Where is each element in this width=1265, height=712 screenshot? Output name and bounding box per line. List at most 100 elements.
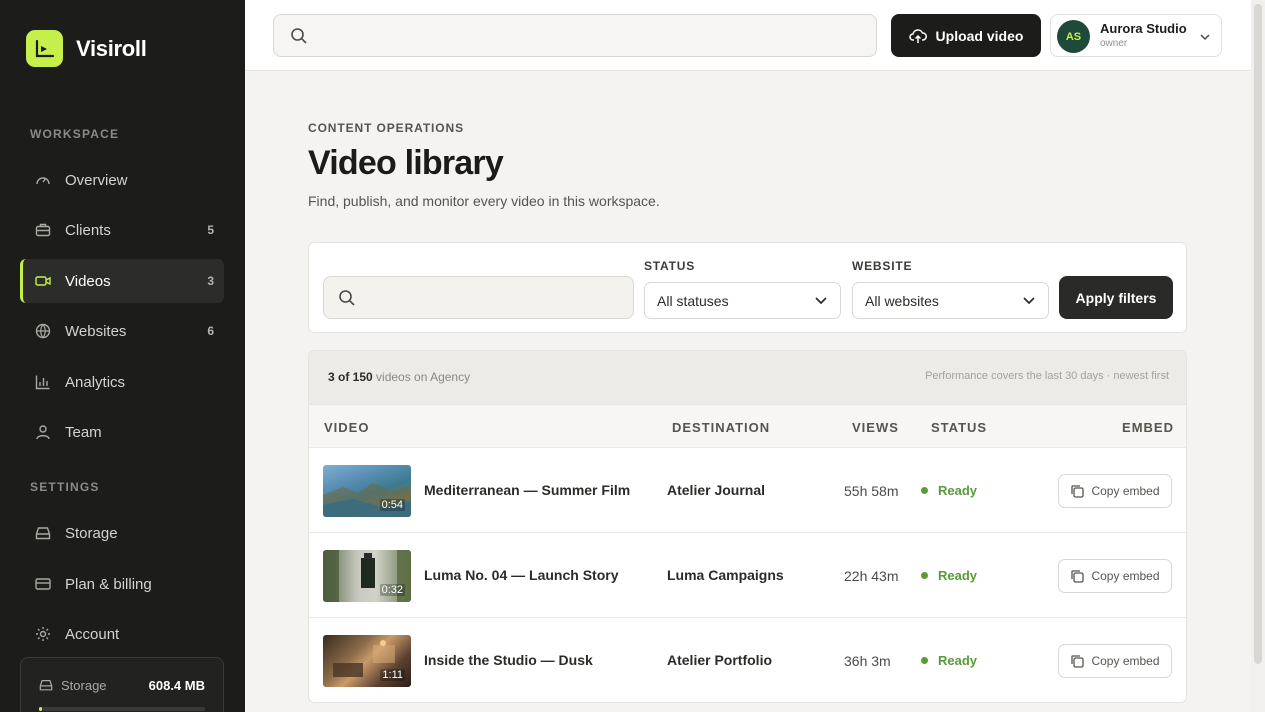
chevron-down-icon bbox=[1199, 30, 1211, 48]
result-count-rest: videos on Agency bbox=[372, 370, 471, 384]
storage-value: 608.4 MB bbox=[148, 678, 205, 693]
status-dot bbox=[921, 657, 928, 664]
page-title: Video library bbox=[308, 144, 504, 182]
column-header-video[interactable]: VIDEO bbox=[324, 420, 369, 435]
user-icon bbox=[34, 423, 52, 441]
brand[interactable]: Visiroll bbox=[26, 30, 147, 67]
chevron-down-icon bbox=[1022, 293, 1036, 312]
copy-icon bbox=[1070, 569, 1085, 583]
bar-chart-icon bbox=[34, 373, 52, 391]
brand-name: Visiroll bbox=[76, 35, 147, 61]
website-filter-label: WEBSITE bbox=[852, 259, 913, 273]
top-bar: Upload video AS Aurora Studio owner bbox=[245, 0, 1251, 71]
settings-section-label: SETTINGS bbox=[30, 480, 100, 494]
gauge-icon bbox=[34, 171, 52, 189]
video-destination: Atelier Portfolio bbox=[667, 652, 773, 668]
sidebar-item-analytics[interactable]: Analytics bbox=[20, 360, 224, 404]
website-select[interactable]: All websites bbox=[852, 282, 1049, 319]
table-row[interactable]: 0:32 Luma No. 04 — Launch Story Luma Cam… bbox=[309, 533, 1186, 618]
status-select-value: All statuses bbox=[657, 293, 729, 309]
logo-icon bbox=[26, 30, 63, 67]
status-badge: Ready bbox=[921, 653, 977, 668]
user-menu[interactable]: AS Aurora Studio owner bbox=[1050, 14, 1222, 57]
sidebar-item-label: Storage bbox=[65, 524, 118, 542]
sidebar-item-label: Account bbox=[65, 625, 120, 643]
video-duration: 0:32 bbox=[379, 584, 405, 596]
sidebar-item-videos[interactable]: Videos 3 bbox=[20, 259, 224, 303]
copy-embed-button[interactable]: Copy embed bbox=[1058, 644, 1172, 678]
table-row[interactable]: 0:54 Mediterranean — Summer Film Atelier… bbox=[309, 448, 1186, 533]
video-title[interactable]: Luma No. 04 — Launch Story bbox=[424, 567, 618, 583]
sidebar-item-count: 5 bbox=[207, 223, 214, 237]
result-count: 3 of 150 videos on Agency bbox=[328, 370, 470, 384]
status-text: Ready bbox=[938, 568, 978, 583]
video-views: 22h 43m bbox=[844, 568, 899, 584]
credit-card-icon bbox=[34, 575, 52, 593]
video-thumbnail[interactable]: 0:54 bbox=[323, 465, 411, 517]
apply-filters-button[interactable]: Apply filters bbox=[1059, 276, 1173, 319]
video-title[interactable]: Inside the Studio — Dusk bbox=[424, 652, 593, 668]
sidebar-item-label: Videos bbox=[65, 272, 111, 290]
sidebar-item-account[interactable]: Account bbox=[20, 612, 224, 656]
storage-usage-card: Storage 608.4 MB bbox=[20, 657, 224, 712]
video-title[interactable]: Mediterranean — Summer Film bbox=[424, 482, 630, 498]
result-count-strong: 3 of 150 bbox=[328, 370, 373, 384]
copy-embed-label: Copy embed bbox=[1091, 569, 1160, 583]
page-eyebrow: CONTENT OPERATIONS bbox=[308, 121, 464, 135]
filter-panel: STATUS All statuses WEBSITE All websites… bbox=[308, 242, 1187, 333]
search-icon bbox=[338, 289, 356, 312]
copy-embed-button[interactable]: Copy embed bbox=[1058, 474, 1172, 508]
sidebar-item-team[interactable]: Team bbox=[20, 410, 224, 454]
gear-icon bbox=[34, 625, 52, 643]
status-text: Ready bbox=[938, 653, 978, 668]
table-header: VIDEO DESTINATION VIEWS STATUS EMBED bbox=[309, 404, 1186, 448]
sidebar-item-count: 3 bbox=[207, 274, 214, 288]
copy-embed-label: Copy embed bbox=[1091, 654, 1160, 668]
status-dot bbox=[921, 572, 928, 579]
column-header-status[interactable]: STATUS bbox=[931, 420, 987, 435]
storage-label: Storage bbox=[61, 678, 107, 693]
sidebar-item-plan-billing[interactable]: Plan & billing bbox=[20, 562, 224, 606]
sidebar-item-label: Analytics bbox=[65, 373, 126, 391]
table-summary: 3 of 150 videos on Agency Performance co… bbox=[309, 351, 1186, 404]
video-duration: 0:54 bbox=[379, 499, 405, 511]
table-row[interactable]: 1:11 Inside the Studio — Dusk Atelier Po… bbox=[309, 618, 1186, 702]
video-search[interactable] bbox=[323, 276, 634, 319]
column-header-views[interactable]: VIEWS bbox=[852, 420, 899, 435]
cloud-upload-icon bbox=[908, 28, 927, 44]
page-scrollbar[interactable] bbox=[1251, 0, 1265, 712]
user-name: Aurora Studio bbox=[1100, 21, 1187, 36]
storage-progress-fill bbox=[39, 707, 43, 711]
drive-icon bbox=[39, 678, 53, 697]
avatar: AS bbox=[1057, 20, 1090, 53]
upload-video-button[interactable]: Upload video bbox=[891, 14, 1041, 57]
page-subtitle: Find, publish, and monitor every video i… bbox=[308, 193, 660, 209]
video-search-input[interactable] bbox=[364, 277, 624, 318]
video-destination: Luma Campaigns bbox=[667, 567, 784, 583]
globe-icon bbox=[34, 322, 52, 340]
briefcase-icon bbox=[34, 221, 52, 239]
video-views: 36h 3m bbox=[844, 653, 891, 669]
sidebar-item-websites[interactable]: Websites 6 bbox=[20, 309, 224, 353]
scrollbar-thumb[interactable] bbox=[1254, 4, 1262, 664]
sidebar-item-label: Overview bbox=[65, 171, 128, 189]
performance-note: Performance covers the last 30 days · ne… bbox=[925, 370, 1169, 382]
video-destination: Atelier Journal bbox=[667, 482, 766, 498]
workspace-section-label: WORKSPACE bbox=[30, 127, 120, 141]
video-thumbnail[interactable]: 0:32 bbox=[323, 550, 411, 602]
sidebar-item-label: Websites bbox=[65, 322, 127, 340]
video-table: 3 of 150 videos on Agency Performance co… bbox=[308, 350, 1187, 703]
sidebar-item-count: 6 bbox=[207, 324, 214, 338]
search-icon bbox=[290, 27, 308, 50]
sidebar-item-clients[interactable]: Clients 5 bbox=[20, 208, 224, 252]
sidebar-item-storage[interactable]: Storage bbox=[20, 511, 224, 555]
global-search-input[interactable] bbox=[318, 15, 868, 56]
video-thumbnail[interactable]: 1:11 bbox=[323, 635, 411, 687]
column-header-destination[interactable]: DESTINATION bbox=[672, 420, 770, 435]
sidebar-item-label: Clients bbox=[65, 221, 111, 239]
status-select[interactable]: All statuses bbox=[644, 282, 841, 319]
status-filter-label: STATUS bbox=[644, 259, 696, 273]
global-search[interactable] bbox=[273, 14, 877, 57]
sidebar-item-overview[interactable]: Overview bbox=[20, 158, 224, 202]
copy-embed-button[interactable]: Copy embed bbox=[1058, 559, 1172, 593]
